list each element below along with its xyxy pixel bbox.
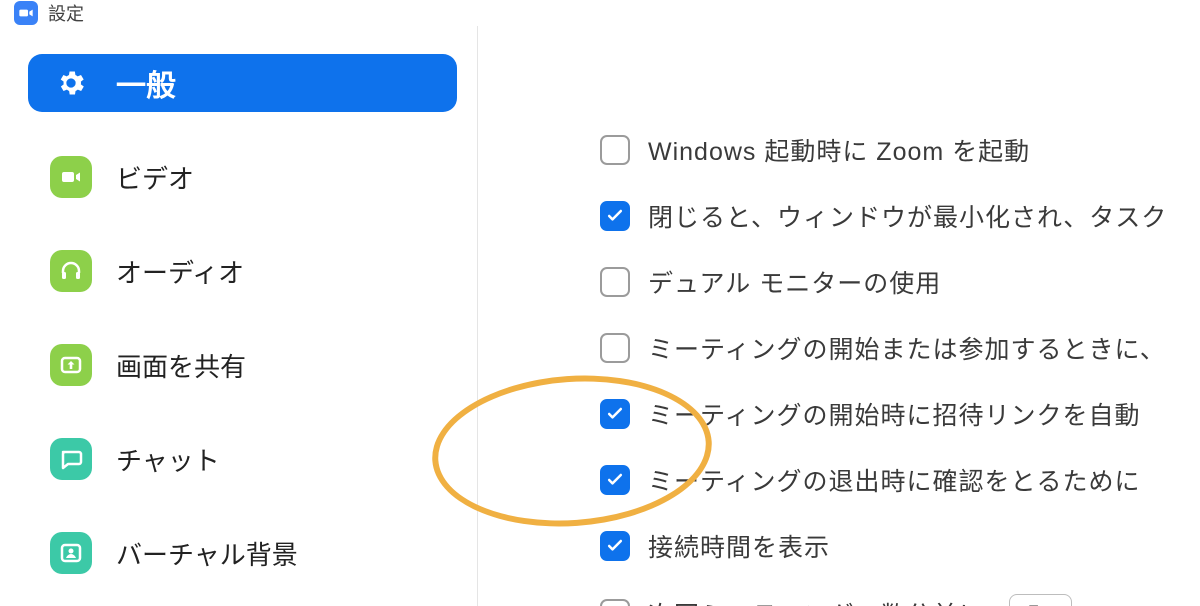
virtual-bg-icon [50,532,92,574]
option-label: デュアル モニターの使用 [648,264,941,300]
option-minimize-on-close[interactable]: 閉じると、ウィンドウが最小化され、タスク [600,198,1200,234]
option-dual-monitor[interactable]: デュアル モニターの使用 [600,264,1200,300]
checkbox[interactable] [600,333,630,363]
option-label: ミーティングの開始時に招待リンクを自動 [648,396,1141,432]
chat-icon [50,438,92,480]
settings-window: 設定 一般 ビデオ オーディオ [0,0,1200,606]
minutes-value: 5 [1028,601,1041,606]
headphones-icon [50,250,92,292]
option-remind-before-meeting[interactable]: 次回ミーティングの数分前に 5 [600,594,1200,606]
option-copy-invite-link[interactable]: ミーティングの開始時に招待リンクを自動 [600,396,1200,432]
option-label: 接続時間を表示 [648,528,830,564]
option-label: 次回ミーティングの数分前に [648,596,985,606]
sidebar-item-label: 一般 [116,61,176,105]
option-confirm-leave[interactable]: ミーティングの退出時に確認をとるために [600,462,1200,498]
option-start-with-windows[interactable]: Windows 起動時に Zoom を起動 [600,132,1200,168]
option-label: ミーティングの退出時に確認をとるために [648,462,1141,498]
option-label: Windows 起動時に Zoom を起動 [648,132,1030,168]
sidebar-item-label: ビデオ [116,159,194,196]
sidebar-item-general[interactable]: 一般 [28,54,457,112]
sidebar-item-chat[interactable]: チャット [28,430,457,488]
share-screen-icon [50,344,92,386]
zoom-app-icon [14,1,38,25]
sidebar-item-label: オーディオ [116,253,244,290]
settings-body: 一般 ビデオ オーディオ 画面を共有 [0,26,1200,606]
sidebar-item-virtual-background[interactable]: バーチャル背景 [28,524,457,582]
sidebar-item-label: 画面を共有 [116,347,246,384]
checkbox[interactable] [600,531,630,561]
sidebar-item-label: チャット [116,441,220,478]
minutes-select[interactable]: 5 [1009,594,1072,606]
checkbox[interactable] [600,399,630,429]
checkbox[interactable] [600,465,630,495]
sidebar-item-audio[interactable]: オーディオ [28,242,457,300]
titlebar: 設定 [0,0,1200,26]
checkbox[interactable] [600,267,630,297]
window-title: 設定 [48,0,84,26]
option-show-connected-time[interactable]: 接続時間を表示 [600,528,1200,564]
option-label: ミーティングの開始または参加するときに、 [648,330,1166,366]
settings-content: Windows 起動時に Zoom を起動 閉じると、ウィンドウが最小化され、タ… [478,26,1200,606]
option-on-start-or-join[interactable]: ミーティングの開始または参加するときに、 [600,330,1200,366]
sidebar-item-label: バーチャル背景 [116,535,298,572]
sidebar-item-video[interactable]: ビデオ [28,148,457,206]
checkbox[interactable] [600,135,630,165]
settings-sidebar: 一般 ビデオ オーディオ 画面を共有 [0,26,478,606]
gear-icon [50,62,92,104]
video-icon [50,156,92,198]
checkbox[interactable] [600,201,630,231]
checkbox[interactable] [600,599,630,606]
sidebar-item-share-screen[interactable]: 画面を共有 [28,336,457,394]
option-label: 閉じると、ウィンドウが最小化され、タスク [648,198,1167,234]
